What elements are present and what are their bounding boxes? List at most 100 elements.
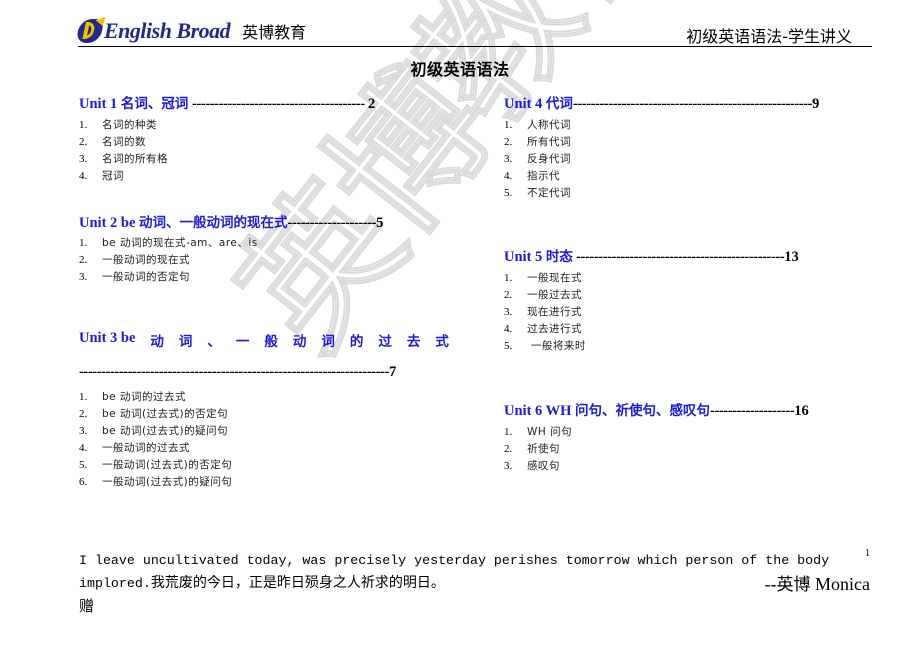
- unit-page-number: 7: [389, 364, 396, 380]
- list-item: 3. 一般动词的否定句: [79, 269, 258, 286]
- item-number: 3.: [504, 153, 513, 165]
- item-number: 1.: [504, 426, 513, 438]
- item-number: 3.: [79, 425, 88, 437]
- unit-label: Unit 4: [504, 96, 543, 112]
- item-text: 一般过去式: [527, 289, 582, 301]
- item-text: 一般动词的过去式: [102, 442, 190, 454]
- unit-title-char: 动: [150, 334, 164, 350]
- item-text: 人称代词: [527, 119, 571, 131]
- item-text: WH 问句: [527, 426, 573, 438]
- page-number: 1: [865, 548, 870, 559]
- item-number: 1.: [79, 391, 88, 403]
- list-item: 5. 不定代词: [504, 185, 571, 202]
- unit-2-heading[interactable]: Unit 2 be 动词、一般动词的现在式-------------------…: [79, 211, 383, 232]
- list-item: 2. 一般过去式: [504, 287, 586, 304]
- list-item: 4. 冠词: [79, 168, 168, 185]
- item-text: 名词的所有格: [102, 153, 168, 165]
- list-item: 1. be 动词的现在式-am、are、is: [79, 235, 258, 252]
- list-item: 1. be 动词的过去式: [79, 389, 232, 406]
- unit-page-number: 2: [367, 96, 376, 112]
- item-number: 1.: [79, 237, 88, 249]
- toc-leader: ---------------------------------------: [192, 96, 368, 112]
- unit-label: Unit 1: [79, 96, 118, 112]
- item-number: 2.: [79, 408, 88, 420]
- item-text: 祈使句: [527, 443, 560, 455]
- item-number: 1.: [79, 119, 88, 131]
- quote-en-line2: implored.: [79, 576, 151, 591]
- quote-cn-tail: 赠: [79, 597, 95, 615]
- item-text: be 动词(过去式)的疑问句: [102, 425, 229, 437]
- item-text: 指示代: [527, 170, 560, 182]
- unit-6-heading[interactable]: Unit 6 WH 问句、祈使句、感叹句-------------------1…: [504, 399, 809, 420]
- item-number: 2.: [79, 254, 88, 266]
- item-text: 名词的数: [102, 136, 146, 148]
- item-text: 一般动词的否定句: [102, 271, 190, 283]
- unit-title-char: 词: [178, 334, 193, 350]
- item-text: 名词的种类: [102, 119, 157, 131]
- item-text: 冠词: [102, 170, 124, 182]
- unit-3-list: 1. be 动词的过去式 2. be 动词(过去式)的否定句 3. be 动词(过去式…: [79, 389, 232, 491]
- logo: English Broad 英博教育: [75, 18, 307, 44]
- unit-title-char: 般: [264, 334, 278, 350]
- list-item: 2. 所有代词: [504, 134, 571, 151]
- list-item: 2. 名词的数: [79, 134, 168, 151]
- list-item: 3. 现在进行式: [504, 304, 586, 321]
- item-text: be 动词(过去式)的否定句: [102, 408, 229, 420]
- item-number: 2.: [504, 443, 513, 455]
- list-item: 3. 感叹句: [504, 458, 572, 475]
- unit-title-char: 过: [378, 334, 392, 350]
- item-text: 一般动词(过去式)的疑问句: [102, 476, 233, 488]
- toc-leader: ----------------------------------------…: [79, 364, 390, 380]
- list-item: 2. be 动词(过去式)的否定句: [79, 406, 232, 423]
- item-number: 5.: [504, 187, 513, 199]
- item-text: 一般动词(过去式)的否定句: [102, 459, 233, 471]
- unit-page-number: 16: [794, 403, 809, 419]
- item-text: be 动词的现在式-am、are、is: [102, 237, 258, 249]
- item-text: be 动词的过去式: [102, 391, 186, 403]
- unit-label: Unit 2 be: [79, 215, 136, 231]
- list-item: 1. WH 问句: [504, 424, 572, 441]
- unit-title-char: 的: [349, 334, 364, 350]
- unit-title-char: 式: [435, 334, 449, 350]
- list-item: 1. 人称代词: [504, 117, 571, 134]
- list-item: 4. 过去进行式: [504, 321, 586, 338]
- unit-4-heading[interactable]: Unit 4 代词-------------------------------…: [504, 92, 819, 113]
- unit-1-heading[interactable]: Unit 1 名词、冠词 ---------------------------…: [79, 92, 375, 113]
- list-item: 3. 反身代词: [504, 151, 571, 168]
- item-text: 一般将来时: [527, 340, 586, 352]
- unit-5-list: 1. 一般现在式 2. 一般过去式 3. 现在进行式 4. 过去进行式 5. 一般将来时: [504, 270, 586, 355]
- quote-signature: --英博 Monica: [765, 570, 870, 595]
- list-item: 4. 一般动词的过去式: [79, 440, 232, 457]
- unit-title-char: 、: [207, 334, 221, 350]
- unit-4-list: 1. 人称代词 2. 所有代词 3. 反身代词 4. 指示代 5. 不定代词: [504, 117, 571, 202]
- list-item: 2. 一般动词的现在式: [79, 252, 258, 269]
- logo-cn-text: 英博教育: [242, 23, 307, 42]
- item-number: 4.: [79, 442, 88, 454]
- item-text: 一般现在式: [527, 272, 582, 284]
- item-text: 所有代词: [527, 136, 571, 148]
- list-item: 2. 祈使句: [504, 441, 572, 458]
- item-number: 2.: [504, 289, 513, 301]
- unit-title: 时态: [545, 249, 573, 265]
- item-text: 现在进行式: [527, 306, 582, 318]
- item-number: 3.: [79, 271, 88, 283]
- unit-label: Unit 5: [504, 249, 543, 265]
- item-number: 3.: [504, 460, 513, 472]
- item-number: 2.: [504, 136, 513, 148]
- signature-name: Monica: [810, 574, 870, 594]
- unit-1-list: 1. 名词的种类 2. 名词的数 3. 名词的所有格 4. 冠词: [79, 117, 168, 185]
- unit-title: 名词、冠词: [120, 96, 189, 112]
- toc-leader: ----------------------------------------…: [572, 249, 785, 265]
- unit-3-heading[interactable]: Unit 3 be 动 词 、 一 般 动 词 的 过 去 式: [79, 330, 449, 350]
- unit-5-heading[interactable]: Unit 5 时态 ------------------------------…: [504, 245, 799, 266]
- signature-prefix: --: [764, 574, 777, 594]
- unit-page-number: 9: [812, 96, 820, 112]
- list-item: 1. 名词的种类: [79, 117, 168, 134]
- quote-cn: 我荒废的今日，正是昨日殒身之人祈求的明日。: [150, 575, 445, 591]
- unit-title-char: 词: [321, 334, 335, 350]
- logo-text: English Broad: [104, 18, 231, 43]
- toc-leader: --------------------: [287, 215, 377, 231]
- item-number: 4.: [79, 170, 88, 182]
- quote-en-line1: I leave uncultivated today, was precisel…: [79, 553, 830, 568]
- list-item: 3. be 动词(过去式)的疑问句: [79, 423, 232, 440]
